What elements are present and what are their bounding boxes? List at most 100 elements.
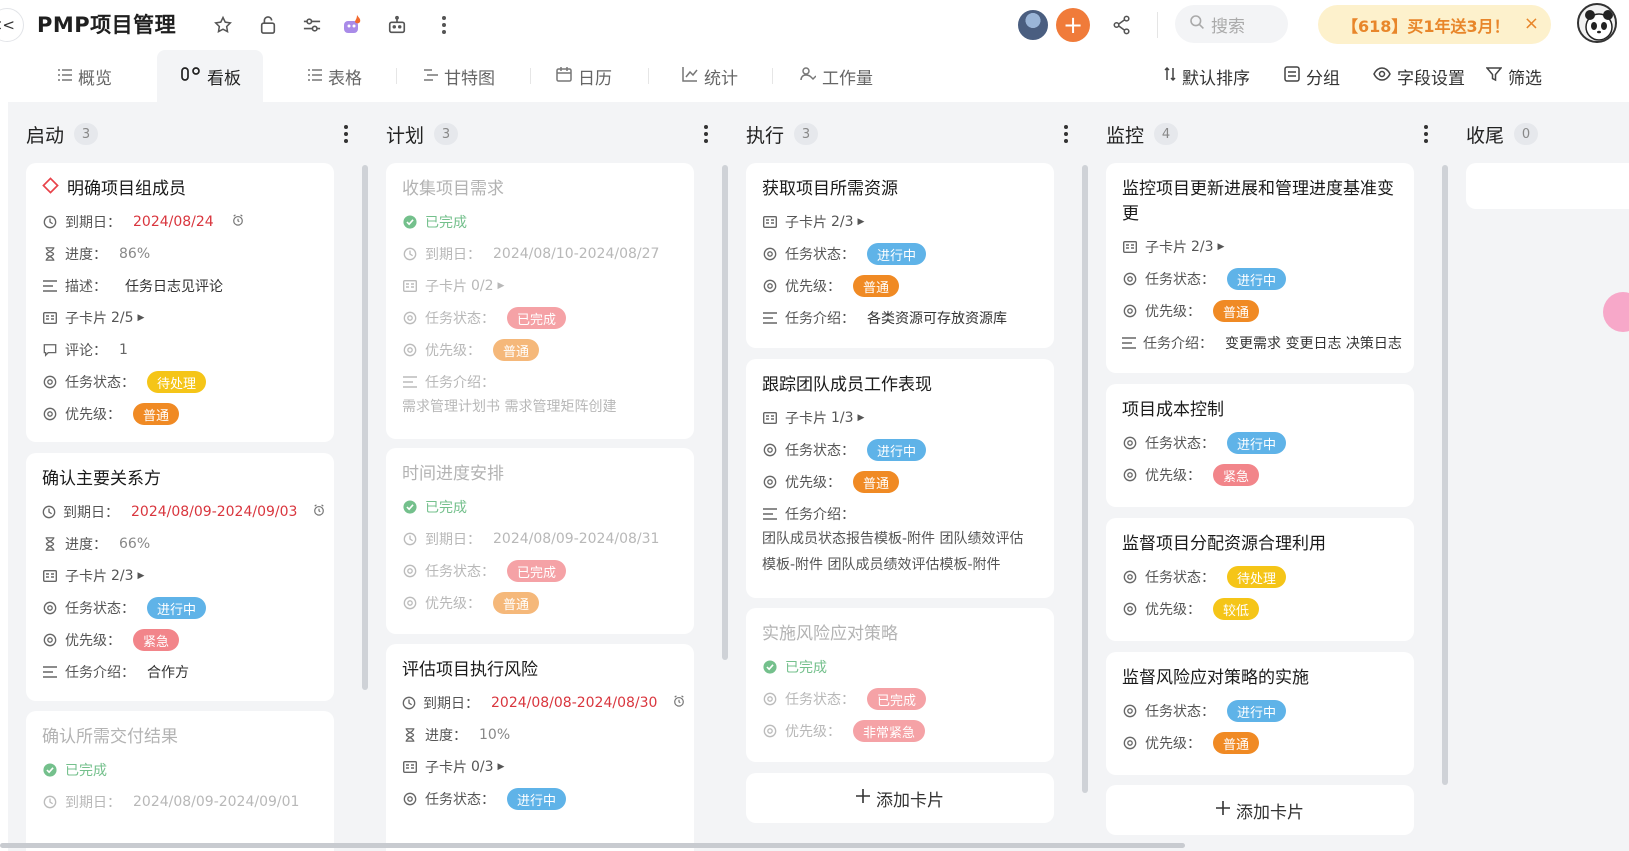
column-more-icon[interactable] bbox=[1416, 120, 1436, 148]
caret-right-icon[interactable]: ▶ bbox=[858, 217, 865, 227]
add-card-label: 添加卡片 bbox=[876, 790, 944, 811]
subcard-count: 1/3 bbox=[831, 410, 854, 426]
add-card-button[interactable]: 添加卡片 bbox=[1106, 785, 1414, 835]
field-label: 进度： bbox=[65, 247, 107, 263]
priority-badge[interactable]: 普通 bbox=[1213, 732, 1260, 754]
priority-icon bbox=[1122, 601, 1138, 617]
add-member-button[interactable]: + bbox=[1056, 8, 1090, 42]
card-title: 跟踪团队成员工作表现 bbox=[762, 375, 932, 395]
task-card[interactable]: 明确项目组成员 到期日： 2024/08/24 进度： 86% 描述： 任务日志见评论… bbox=[26, 163, 334, 442]
mascot-icon[interactable] bbox=[340, 13, 364, 37]
priority-badge[interactable]: 普通 bbox=[853, 275, 900, 297]
more-icon[interactable] bbox=[432, 13, 456, 37]
status-badge[interactable]: 已完成 bbox=[867, 688, 927, 710]
tab-statistics[interactable]: 统计 bbox=[682, 50, 738, 102]
add-card-button[interactable]: 添加卡片 bbox=[746, 773, 1054, 823]
task-card[interactable]: 监督项目分配资源合理利用 任务状态： 待处理 优先级： 较低 bbox=[1106, 518, 1414, 641]
caret-right-icon[interactable]: ▶ bbox=[1218, 242, 1225, 252]
status-badge[interactable]: 进行中 bbox=[1227, 268, 1287, 290]
tab-table[interactable]: 表格 bbox=[308, 50, 362, 102]
field-label: 到期日： bbox=[425, 247, 481, 263]
column-scrollbar[interactable] bbox=[1082, 165, 1088, 793]
card-title: 更 bbox=[1122, 204, 1139, 224]
priority-badge[interactable]: 紧急 bbox=[133, 629, 180, 651]
task-card[interactable]: 监控项目更新进展和管理进度基准变 更 子卡片 2/3 ▶ 任务状态： 进行中 优先级：… bbox=[1106, 163, 1414, 373]
sort-button[interactable]: 默认排序 bbox=[1164, 50, 1250, 102]
caret-right-icon[interactable]: ▶ bbox=[498, 762, 505, 772]
task-card[interactable]: 收集项目需求 已完成 到期日： 2024/08/10-2024/08/27 子卡片… bbox=[386, 163, 694, 439]
task-card[interactable]: 确认主要关系方 到期日： 2024/08/09-2024/09/03 进度： 66%… bbox=[26, 453, 334, 701]
column-more-icon[interactable] bbox=[696, 120, 716, 148]
task-card[interactable]: 跟踪团队成员工作表现 子卡片 1/3 ▶ 任务状态： 进行中 优先级： 普通 任务介绍：… bbox=[746, 359, 1054, 598]
field-label: 子卡片 bbox=[425, 760, 467, 776]
app-header: << PMP项目管理 + 搜索 【618】买1年送3月！ × bbox=[0, 0, 1629, 50]
search-placeholder: 搜索 bbox=[1211, 16, 1245, 37]
priority-badge[interactable]: 普通 bbox=[493, 592, 540, 614]
subcard-icon bbox=[402, 278, 418, 294]
caret-right-icon[interactable]: ▶ bbox=[498, 281, 505, 291]
horizontal-scrollbar[interactable] bbox=[0, 843, 1185, 848]
priority-badge[interactable]: 普通 bbox=[493, 339, 540, 361]
status-badge[interactable]: 进行中 bbox=[507, 788, 567, 810]
column-scrollbar[interactable] bbox=[362, 165, 368, 690]
task-card[interactable]: 评估项目执行风险 到期日： 2024/08/08-2024/08/30 进度： 10… bbox=[386, 644, 694, 851]
group-button[interactable]: 分组 bbox=[1284, 50, 1340, 102]
lock-icon[interactable] bbox=[256, 13, 280, 37]
tab-overview[interactable]: 概览 bbox=[58, 50, 112, 102]
column-title: 监控 bbox=[1106, 124, 1145, 147]
collapse-sidebar-button[interactable]: << bbox=[0, 8, 24, 42]
task-card[interactable]: 获取项目所需资源 子卡片 2/3 ▶ 任务状态： 进行中 优先级： 普通 任务介绍： 各类… bbox=[746, 163, 1054, 348]
caret-right-icon[interactable]: ▶ bbox=[138, 313, 145, 323]
status-badge[interactable]: 进行中 bbox=[867, 243, 927, 265]
search-input[interactable]: 搜索 bbox=[1175, 5, 1288, 43]
field-label: 优先级： bbox=[785, 475, 841, 491]
priority-badge[interactable]: 非常紧急 bbox=[853, 720, 926, 742]
caret-right-icon[interactable]: ▶ bbox=[138, 571, 145, 581]
tab-label: 概览 bbox=[78, 68, 112, 89]
column-more-icon[interactable] bbox=[336, 120, 356, 148]
column-scrollbar[interactable] bbox=[1442, 165, 1448, 785]
tab-board[interactable]: 看板 bbox=[157, 50, 263, 102]
status-badge[interactable]: 已完成 bbox=[507, 307, 567, 329]
priority-badge[interactable]: 紧急 bbox=[1213, 464, 1260, 486]
tab-calendar[interactable]: 日历 bbox=[556, 50, 612, 102]
status-badge[interactable]: 进行中 bbox=[1227, 432, 1287, 454]
field-settings-button[interactable]: 字段设置 bbox=[1373, 50, 1465, 102]
status-badge[interactable]: 进行中 bbox=[147, 597, 207, 619]
sliders-icon[interactable] bbox=[300, 13, 324, 37]
tab-gantt[interactable]: 甘特图 bbox=[424, 50, 495, 102]
priority-badge[interactable]: 普通 bbox=[853, 471, 900, 493]
caret-right-icon[interactable]: ▶ bbox=[858, 413, 865, 423]
tab-workload[interactable]: 工作量 bbox=[800, 50, 873, 102]
status-icon bbox=[762, 691, 778, 707]
promo-banner[interactable]: 【618】买1年送3月！ × bbox=[1318, 5, 1551, 44]
status-badge[interactable]: 已完成 bbox=[507, 560, 567, 582]
robot-icon[interactable] bbox=[385, 13, 409, 37]
member-avatar[interactable] bbox=[1016, 8, 1050, 42]
column-scrollbar[interactable] bbox=[722, 165, 728, 660]
task-card[interactable]: 监督风险应对策略的实施 任务状态： 进行中 优先级： 普通 bbox=[1106, 652, 1414, 775]
task-card[interactable]: 实施风险应对策略 已完成 任务状态： 已完成 优先级： 非常紧急 bbox=[746, 608, 1054, 762]
clock-icon bbox=[402, 246, 418, 262]
status-badge[interactable]: 进行中 bbox=[1227, 700, 1287, 722]
empty-card-placeholder[interactable] bbox=[1466, 163, 1629, 209]
done-label: 已完成 bbox=[785, 660, 827, 676]
status-badge[interactable]: 待处理 bbox=[147, 371, 207, 393]
user-avatar[interactable] bbox=[1577, 3, 1617, 43]
share-icon[interactable] bbox=[1110, 13, 1134, 37]
column-more-icon[interactable] bbox=[1056, 120, 1076, 148]
status-badge[interactable]: 待处理 bbox=[1227, 566, 1287, 588]
priority-badge[interactable]: 较低 bbox=[1213, 598, 1260, 620]
close-icon[interactable]: × bbox=[1524, 13, 1539, 34]
field-label: 任务状态： bbox=[1145, 272, 1215, 288]
task-card[interactable]: 确认所需交付结果 已完成 到期日： 2024/08/09-2024/09/01 bbox=[26, 711, 334, 851]
task-card[interactable]: 项目成本控制 任务状态： 进行中 优先级： 紧急 bbox=[1106, 384, 1414, 507]
priority-badge[interactable]: 普通 bbox=[1213, 300, 1260, 322]
clock-icon bbox=[42, 504, 56, 520]
priority-icon bbox=[1122, 303, 1138, 319]
task-card[interactable]: 时间进度安排 已完成 到期日： 2024/08/09-2024/08/31 任务状… bbox=[386, 448, 694, 634]
filter-button[interactable]: 筛选 bbox=[1485, 50, 1542, 102]
status-badge[interactable]: 进行中 bbox=[867, 439, 927, 461]
priority-badge[interactable]: 普通 bbox=[133, 403, 180, 425]
star-icon[interactable] bbox=[211, 13, 235, 37]
